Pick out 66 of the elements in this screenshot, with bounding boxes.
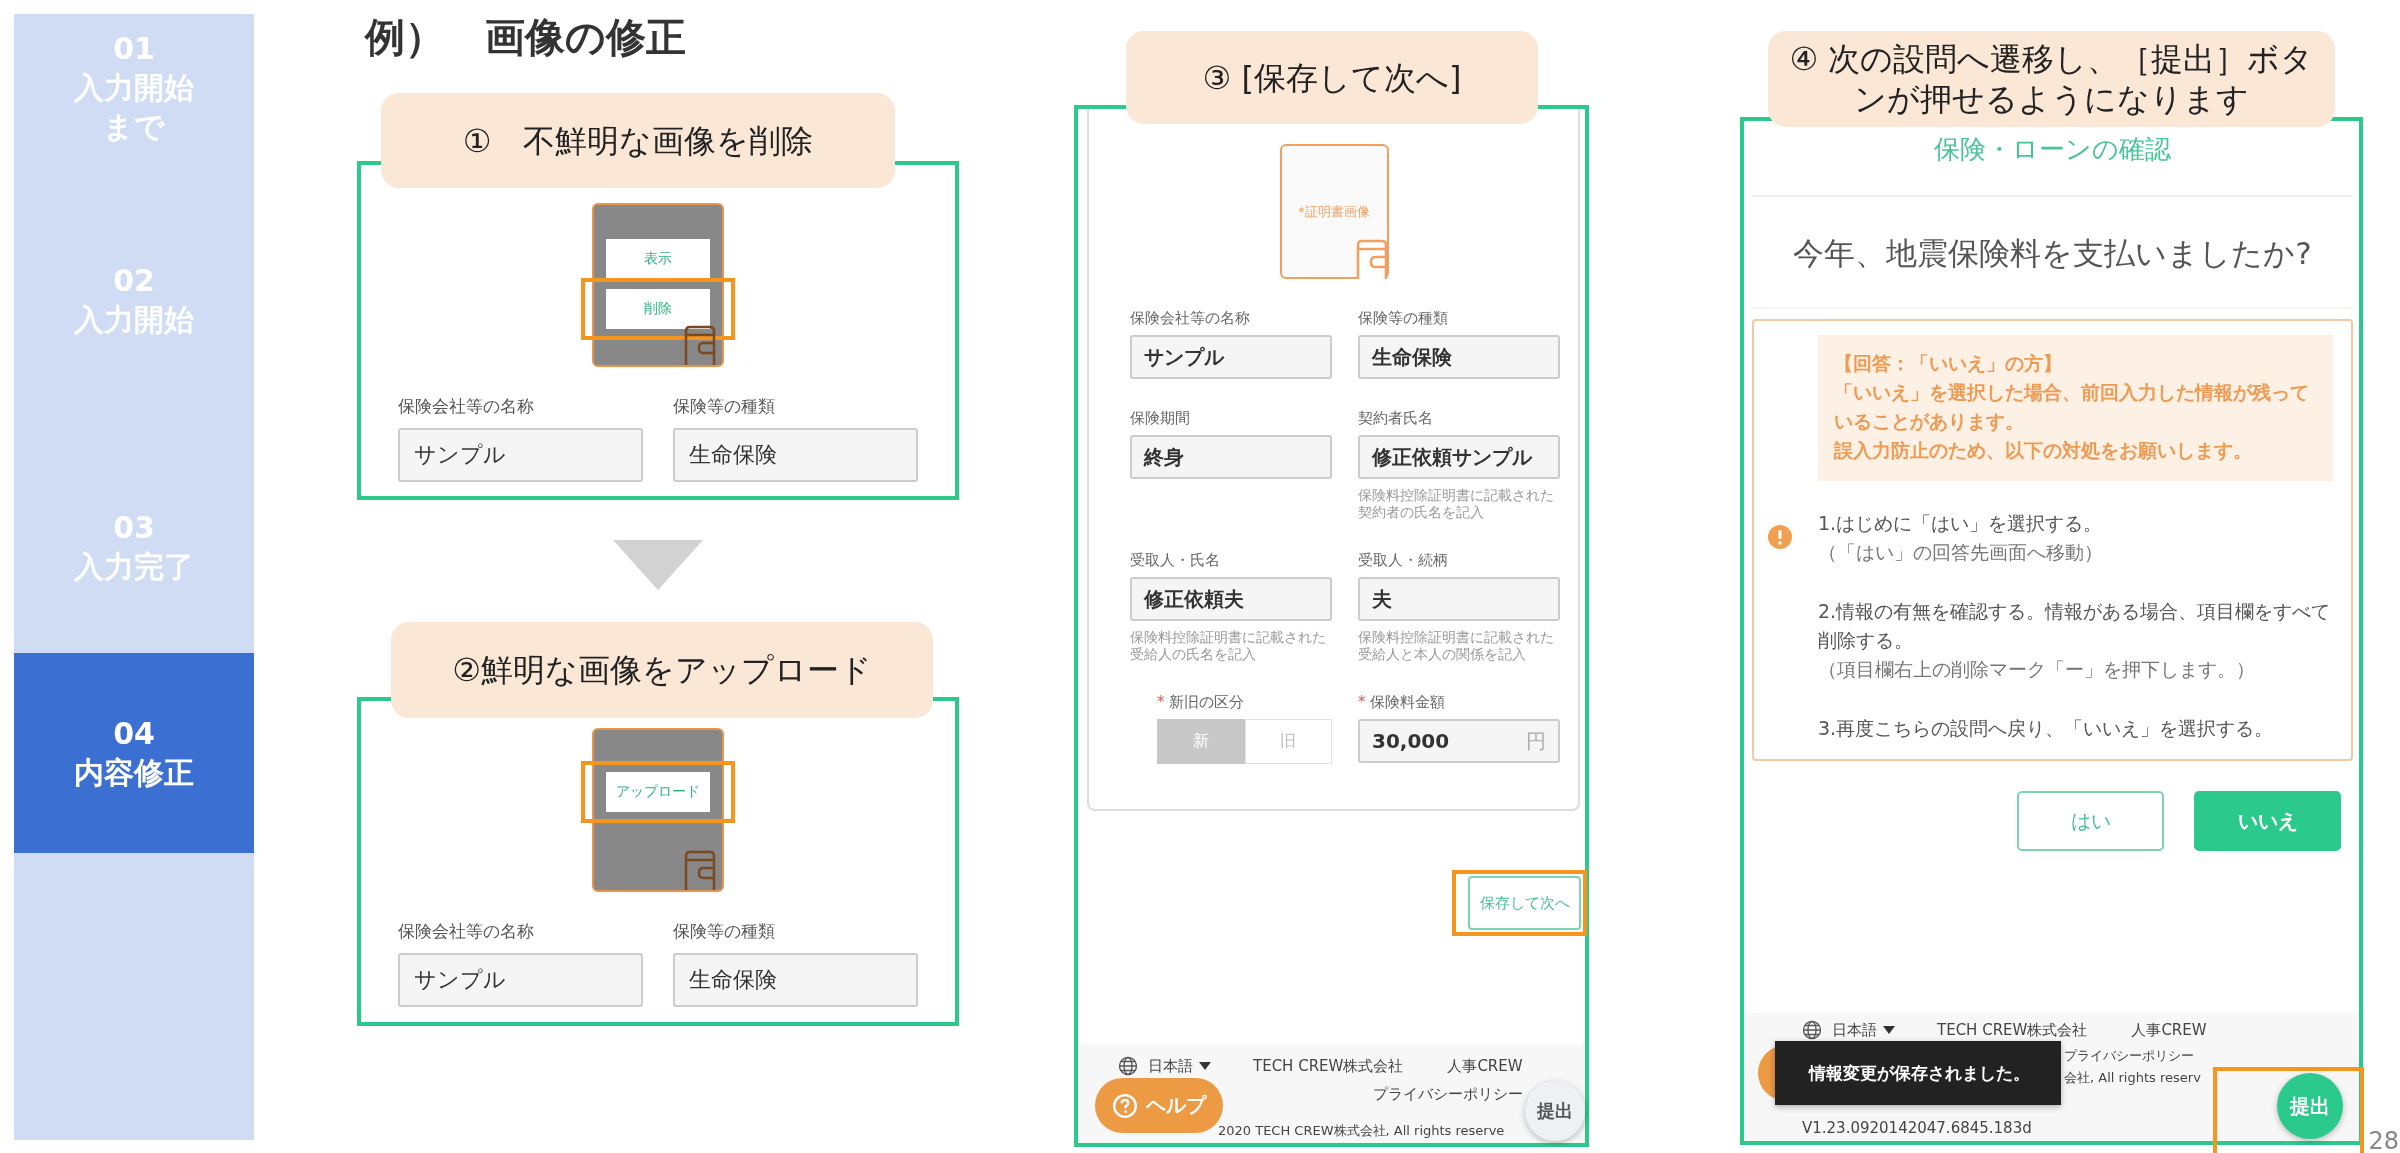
input-field[interactable]: 修正依頼サンプル (1358, 435, 1560, 479)
footer-link[interactable]: 人事CREW (1447, 1056, 1523, 1076)
amount-field[interactable]: 30,000 円 (1358, 719, 1560, 763)
instruction-text: 2.情報の有無を確認する。情報がある場合、項目欄をすべて削除する。 (1818, 599, 2332, 653)
field-label: 契約者氏名 (1358, 409, 1434, 427)
caret-icon (1883, 1026, 1895, 1034)
callout: ① 不鮮明な画像を削除 (381, 93, 895, 188)
field-label: 保険等の種類 (673, 395, 776, 418)
wallet-icon (1354, 239, 1389, 279)
question-text: 今年、地震保険料を支払いましたか? (1792, 234, 2313, 273)
note-text: 「いいえ」を選択した場合、前回入力した情報が残っていることがあります。 (1834, 380, 2310, 434)
field-label: 保険等の種類 (673, 920, 776, 943)
language-selector[interactable]: 日本語 (1832, 1020, 1877, 1040)
page-heading: 保険・ローンの確認 (1933, 133, 2172, 165)
input-field[interactable]: 夫 (1358, 577, 1560, 621)
wallet-icon (683, 850, 717, 890)
footer-link[interactable]: TECH CREW株式会社 (1253, 1056, 1404, 1076)
input-field[interactable]: 終身 (1130, 435, 1332, 479)
callout: ②鮮明な画像をアップロード (391, 622, 933, 718)
field-hint: 保険料控除証明書に記載された受給人と本人の関係を記入 (1358, 629, 1555, 663)
help-icon (1112, 1092, 1138, 1119)
field-label: 保険料金額 (1370, 693, 1446, 711)
warning-icon (1768, 525, 1792, 549)
required-mark: * (1157, 693, 1165, 711)
instruction-text: 1.はじめに「はい」を選択する。 (1818, 511, 2104, 536)
note-text: 【回答：「いいえ」の方】 (1834, 351, 2063, 376)
note-text: 誤入力防止のため、以下の対処をお願いします。 (1834, 438, 2253, 463)
field-label: 受取人・氏名 (1130, 551, 1221, 569)
down-arrow-icon (613, 540, 703, 590)
save-toast: 情報変更が保存されました。 (1775, 1041, 2061, 1105)
slide-title: 例） 画像の修正 (365, 14, 686, 60)
field-label: 保険会社等の名称 (398, 395, 535, 418)
field-label: 受取人・続柄 (1358, 551, 1449, 569)
version-text: V1.23.0920142047.6845.183d (1802, 1119, 2032, 1137)
field-hint: 保険料控除証明書に記載された受給人の氏名を記入 (1130, 629, 1327, 663)
input-field[interactable]: 生命保険 (673, 953, 918, 1007)
instruction-note: （「はい」の回答先画面へ移動） (1818, 540, 2104, 565)
footer-link[interactable]: プライバシーポリシー (1373, 1085, 1523, 1104)
instruction-text: 3.再度こちらの設問へ戻り、「いいえ」を選択する。 (1818, 716, 2275, 741)
input-field[interactable]: サンプル (1130, 335, 1332, 379)
globe-icon (1802, 1020, 1822, 1040)
callout: ③ [保存して次へ] (1126, 31, 1538, 124)
language-selector[interactable]: 日本語 (1148, 1056, 1193, 1076)
field-label: 保険等の種類 (1358, 309, 1449, 327)
field-hint: 保険料控除証明書に記載された契約者の氏名を記入 (1358, 487, 1555, 521)
footer-link[interactable]: TECH CREW株式会社 (1937, 1020, 2088, 1040)
callout: ④ 次の設問へ遷移し、［提出］ボタンが押せるようになります (1768, 31, 2335, 127)
field-label: 新旧の区分 (1169, 693, 1245, 711)
page-number: 28 (2368, 1129, 2399, 1153)
copyright-text: 会社, All rights reserv (2064, 1070, 2201, 1085)
field-label: 保険期間 (1130, 409, 1191, 427)
input-field[interactable]: サンプル (398, 953, 643, 1007)
field-label: 保険会社等の名称 (1130, 309, 1251, 327)
wallet-icon (683, 325, 717, 365)
input-field[interactable]: 生命保険 (1358, 335, 1560, 379)
input-field[interactable]: 生命保険 (673, 428, 918, 482)
field-label: 保険会社等の名称 (398, 920, 535, 943)
step-tab[interactable]: 04 内容修正 (14, 653, 254, 853)
globe-icon (1118, 1056, 1138, 1076)
input-field[interactable]: サンプル (398, 428, 643, 482)
required-mark: * (1358, 693, 1366, 711)
footer-link[interactable]: 人事CREW (2131, 1020, 2207, 1040)
caret-icon (1199, 1062, 1211, 1070)
instruction-note: （項目欄右上の削除マーク「ー」を押下します。） (1818, 657, 2256, 682)
input-field[interactable]: 修正依頼夫 (1130, 577, 1332, 621)
footer-link[interactable]: プライバシーポリシー (2064, 1047, 2194, 1065)
